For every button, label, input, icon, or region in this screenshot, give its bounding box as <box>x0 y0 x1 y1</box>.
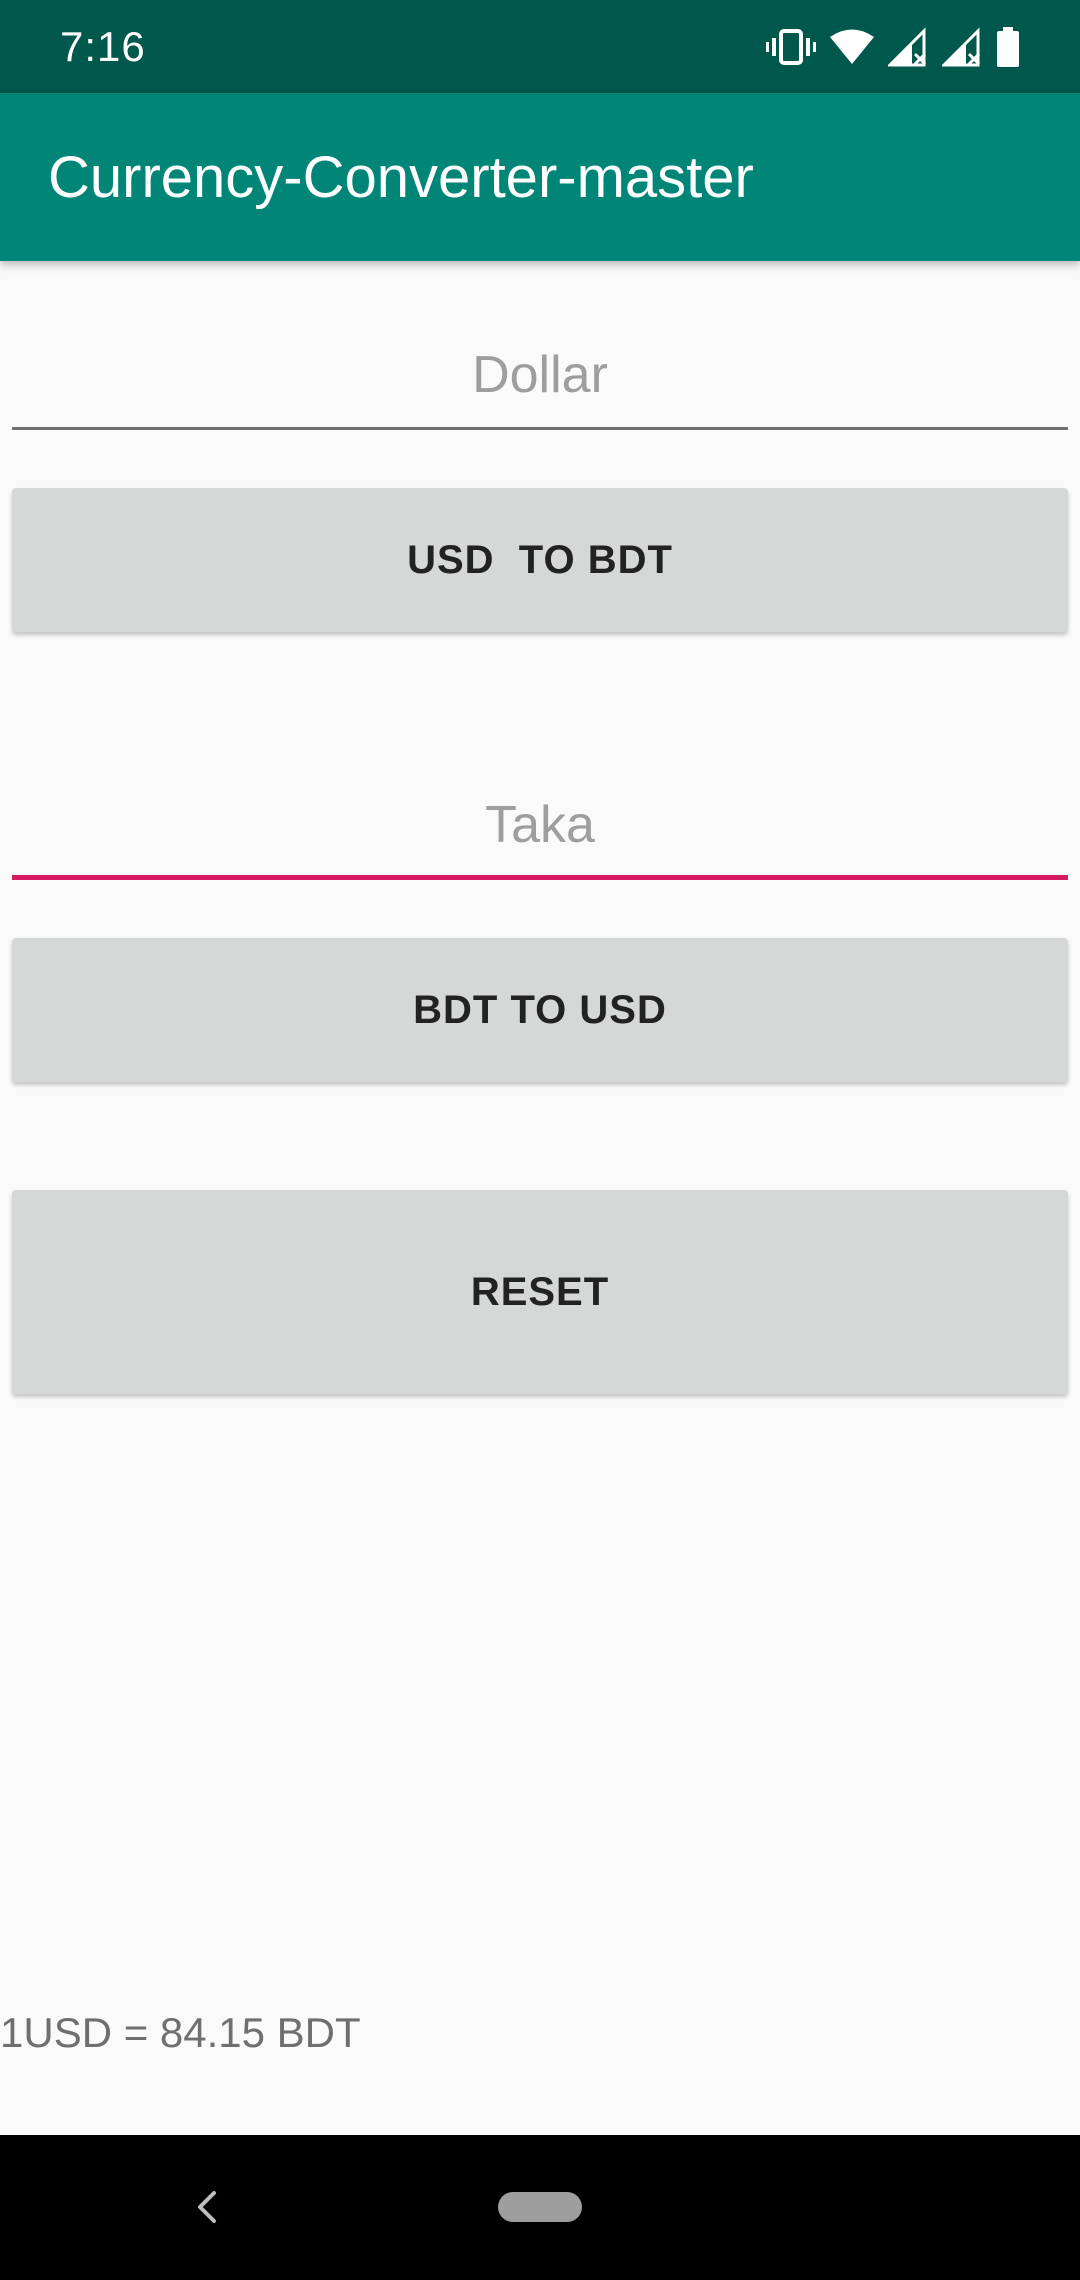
exchange-rate-text: 1USD = 84.15 BDT <box>0 2009 361 2056</box>
navigation-bar <box>0 2135 1080 2280</box>
reset-button[interactable]: RESET <box>12 1190 1068 1394</box>
signal-icon <box>942 27 982 67</box>
status-time: 7:16 <box>60 23 146 70</box>
vibrate-icon <box>766 27 816 67</box>
app-title: Currency-Converter-master <box>48 145 754 210</box>
taka-input[interactable] <box>12 770 1068 880</box>
taka-input-underline <box>12 875 1068 880</box>
status-icons <box>766 24 1020 70</box>
app-bar: Currency-Converter-master <box>0 93 1080 261</box>
dollar-input[interactable] <box>12 320 1068 430</box>
battery-icon <box>996 27 1020 67</box>
bdt-to-usd-button[interactable]: BDT TO USD <box>12 938 1068 1082</box>
signal-icon <box>888 27 928 67</box>
back-icon[interactable] <box>188 2185 228 2229</box>
wifi-icon <box>830 28 874 66</box>
dollar-field-container <box>12 320 1068 430</box>
status-bar: 7:16 <box>0 0 1080 93</box>
home-pill-icon[interactable] <box>498 2192 582 2222</box>
dollar-input-underline <box>12 427 1068 430</box>
taka-field-container <box>12 770 1068 880</box>
usd-to-bdt-button[interactable]: USD TO BDT <box>12 488 1068 632</box>
